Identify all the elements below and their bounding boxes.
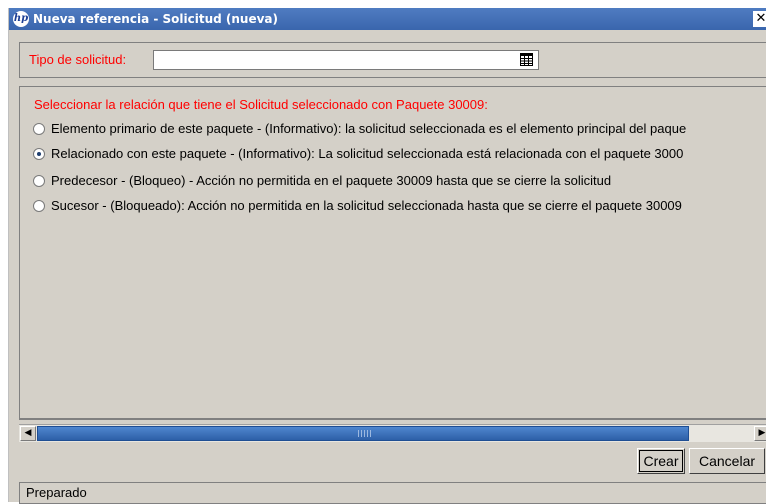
scroll-thumb[interactable] xyxy=(37,426,689,441)
title-bar[interactable]: hp Nueva referencia - Solicitud (nueva) … xyxy=(9,8,766,30)
create-button[interactable]: Crear xyxy=(637,448,685,474)
grip-icon xyxy=(358,430,372,437)
radio-label: Relacionado con este paquete - (Informat… xyxy=(51,146,684,161)
radio-label: Sucesor - (Bloqueado): Acción no permiti… xyxy=(51,198,682,213)
status-bar: Preparado xyxy=(19,482,766,504)
horizontal-scrollbar[interactable]: ◀ ▶ xyxy=(19,424,766,442)
radio-button-selected[interactable] xyxy=(33,148,45,160)
status-text: Preparado xyxy=(26,485,87,500)
hp-logo-icon: hp xyxy=(13,11,29,27)
request-type-label: Tipo de solicitud: xyxy=(29,52,127,67)
calendar-grid-icon[interactable] xyxy=(520,53,533,66)
radio-option-related[interactable]: Relacionado con este paquete - (Informat… xyxy=(33,144,766,164)
cancel-button[interactable]: Cancelar xyxy=(689,448,765,474)
scroll-right-button[interactable]: ▶ xyxy=(754,426,766,441)
radio-label: Elemento primario de este paquete - (Inf… xyxy=(51,121,687,136)
close-button[interactable]: ✕ xyxy=(753,11,766,27)
arrow-left-icon: ◀ xyxy=(24,428,32,438)
request-type-row: Tipo de solicitud: xyxy=(19,42,766,78)
close-icon: ✕ xyxy=(755,11,766,26)
radio-button[interactable] xyxy=(33,175,45,187)
arrow-right-icon: ▶ xyxy=(758,428,766,438)
radio-option-successor[interactable]: Sucesor - (Bloqueado): Acción no permiti… xyxy=(33,196,766,216)
radio-option-predecessor[interactable]: Predecesor - (Bloqueo) - Acción no permi… xyxy=(33,171,766,191)
radio-button[interactable] xyxy=(33,200,45,212)
relation-options-panel: Seleccionar la relación que tiene el Sol… xyxy=(19,86,766,420)
scroll-left-button[interactable]: ◀ xyxy=(20,426,36,441)
radio-label: Predecesor - (Bloqueo) - Acción no permi… xyxy=(51,173,612,188)
radio-button[interactable] xyxy=(33,123,45,135)
window-title: Nueva referencia - Solicitud (nueva) xyxy=(33,12,278,26)
relation-instruction: Seleccionar la relación que tiene el Sol… xyxy=(34,97,488,112)
request-type-input[interactable] xyxy=(153,50,539,70)
dialog-window: hp Nueva referencia - Solicitud (nueva) … xyxy=(8,8,766,504)
radio-option-parent[interactable]: Elemento primario de este paquete - (Inf… xyxy=(33,119,766,139)
